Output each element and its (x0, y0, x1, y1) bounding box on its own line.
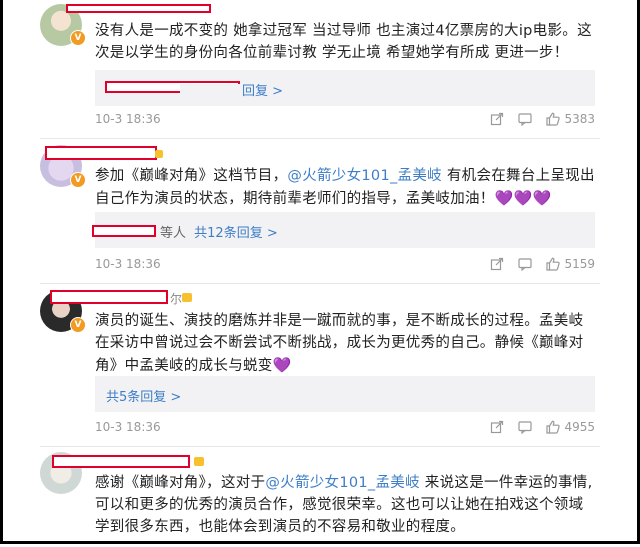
mention-link[interactable]: @火箭少女101_孟美岐 (287, 168, 442, 184)
divider (40, 283, 600, 284)
comment-text: 感谢《巅峰对角》，这对于@火箭少女101_孟美岐 来说这是一件幸运的事情,可以和… (95, 475, 593, 535)
comment-text: 没有人是一成不变的 她拿过冠军 当过导师 也主演过4亿票房的大ip电影。这次是以… (95, 23, 592, 61)
comment-text: 参加《巅峰对角》这档节目，@火箭少女101_孟美岐 有机会在舞台上呈现出自己作为… (95, 168, 595, 207)
mention-link[interactable]: @火箭少女101_孟美岐 (265, 475, 420, 491)
verified-badge-icon: V (70, 172, 86, 188)
redacted-username (45, 146, 157, 160)
reply-prefix: 等人 (160, 226, 187, 241)
member-crown-icon (155, 150, 163, 158)
timestamp: 10-3 18:36 (95, 257, 161, 271)
purple-heart-emoji: 💜 (272, 356, 292, 374)
divider (40, 138, 600, 139)
timestamp: 10-3 18:36 (95, 112, 161, 126)
like-count: 5383 (564, 112, 595, 126)
purple-heart-emoji: 💜💜💜 (494, 189, 552, 207)
username-fragment[interactable]: 尔 (170, 290, 182, 307)
like-icon[interactable] (546, 420, 561, 434)
share-icon[interactable] (490, 257, 504, 271)
share-icon[interactable] (490, 112, 504, 126)
redacted-username (50, 290, 168, 304)
like-icon[interactable] (546, 257, 561, 271)
timestamp: 10-3 18:36 (95, 420, 161, 434)
reply-count-link[interactable]: 回复 > (180, 80, 284, 99)
redacted-username (66, 4, 211, 13)
reply-count-link[interactable]: 等人 共12条回复 > (160, 222, 278, 241)
like-icon[interactable] (546, 112, 561, 126)
like-count: 5159 (564, 257, 595, 271)
verified-badge-icon: V (70, 317, 86, 333)
reply-count-link[interactable]: 共5条回复 > (106, 386, 181, 405)
comment-icon[interactable] (518, 257, 533, 271)
divider (40, 446, 600, 447)
verified-badge-icon: V (70, 30, 86, 46)
redacted-reply-names (92, 225, 156, 237)
share-icon[interactable] (490, 420, 504, 434)
like-count: 4955 (564, 420, 595, 434)
redacted-username (52, 455, 190, 468)
comment-icon[interactable] (518, 112, 533, 126)
member-crown-icon (194, 457, 204, 466)
comment-text: 演员的诞生、演技的磨炼并非是一蹴而就的事，是不断成长的过程。孟美岐在采访中曾说过… (95, 313, 584, 374)
member-crown-icon (182, 293, 192, 302)
comment-icon[interactable] (518, 420, 533, 434)
